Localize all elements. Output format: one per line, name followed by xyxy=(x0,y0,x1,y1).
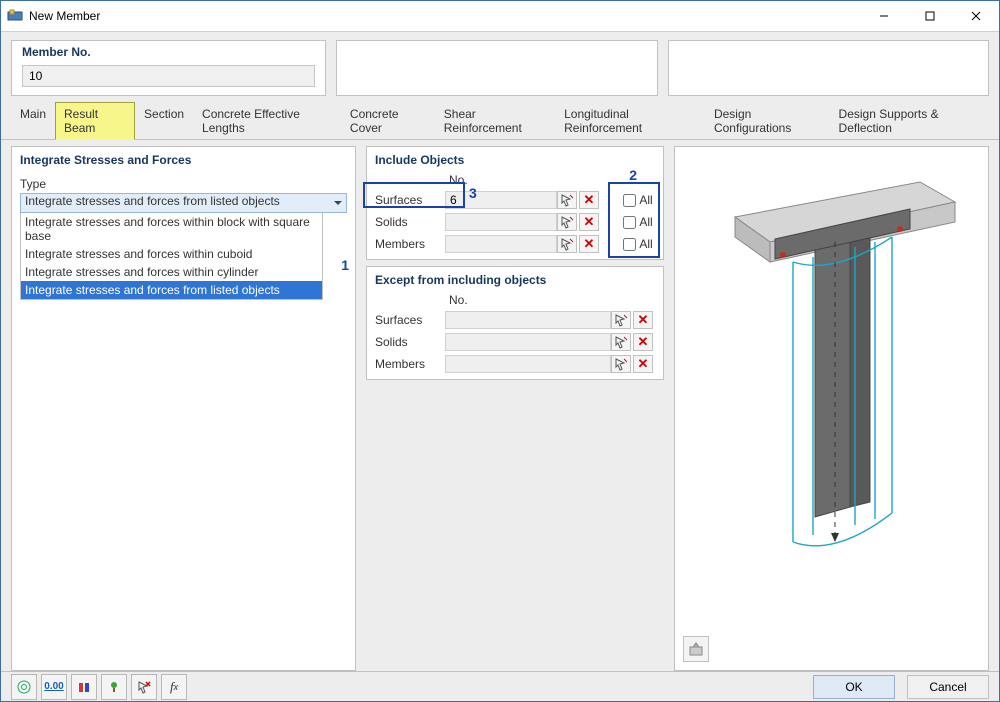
pick-members-button[interactable] xyxy=(557,235,577,253)
member-view-button[interactable] xyxy=(71,674,97,700)
except-members-input[interactable] xyxy=(445,355,611,373)
except-title: Except from including objects xyxy=(375,273,655,287)
except-clear-members-button[interactable]: ✕ xyxy=(633,355,653,373)
type-option-block[interactable]: Integrate stresses and forces within blo… xyxy=(21,213,322,245)
titlebar: New Member xyxy=(1,1,999,31)
tab-design-supports-deflection[interactable]: Design Supports & Deflection xyxy=(830,102,989,140)
except-pick-surfaces-button[interactable] xyxy=(611,311,631,329)
type-select[interactable]: Integrate stresses and forces from liste… xyxy=(20,193,347,213)
include-row-members-label: Members xyxy=(375,237,445,251)
minimize-button[interactable] xyxy=(861,1,907,31)
tab-strip: Main Result Beam Section Concrete Effect… xyxy=(1,102,999,140)
formula-button[interactable]: fx xyxy=(161,674,187,700)
tab-concrete-effective-lengths[interactable]: Concrete Effective Lengths xyxy=(193,102,341,140)
clear-solids-button[interactable]: ✕ xyxy=(579,213,599,231)
maximize-button[interactable] xyxy=(907,1,953,31)
clear-members-button[interactable]: ✕ xyxy=(579,235,599,253)
preview-panel xyxy=(674,146,989,671)
cancel-button[interactable]: Cancel xyxy=(907,675,989,699)
tab-concrete-cover[interactable]: Concrete Cover xyxy=(341,102,435,140)
highlight-box-3 xyxy=(364,183,464,207)
include-title: Include Objects xyxy=(375,153,655,167)
units-button[interactable]: 0.00 xyxy=(41,674,67,700)
integrate-panel: Integrate Stresses and Forces Type Integ… xyxy=(11,146,356,671)
app-icon xyxy=(7,8,23,24)
type-option-cylinder[interactable]: Integrate stresses and forces within cyl… xyxy=(21,263,322,281)
type-label: Type xyxy=(20,177,347,191)
except-row-surfaces-label: Surfaces xyxy=(375,313,445,327)
member-no-box: Member No. xyxy=(11,40,326,96)
delete-pick-button[interactable] xyxy=(131,674,157,700)
integrate-title: Integrate Stresses and Forces xyxy=(20,153,347,167)
type-dropdown[interactable]: Integrate stresses and forces within blo… xyxy=(20,213,323,300)
except-solids-input[interactable] xyxy=(445,333,611,351)
except-clear-surfaces-button[interactable]: ✕ xyxy=(633,311,653,329)
bottom-bar: 0.00 fx OK Cancel xyxy=(1,671,999,701)
member-no-input[interactable] xyxy=(22,65,315,87)
tab-longitudinal-reinforcement[interactable]: Longitudinal Reinforcement xyxy=(555,102,705,140)
except-surfaces-input[interactable] xyxy=(445,311,611,329)
except-pick-solids-button[interactable] xyxy=(611,333,631,351)
include-solids-input[interactable] xyxy=(445,213,557,231)
clear-surfaces-button[interactable]: ✕ xyxy=(579,191,599,209)
pick-solids-button[interactable] xyxy=(557,213,577,231)
except-row-solids-label: Solids xyxy=(375,335,445,349)
header-blank-2 xyxy=(668,40,990,96)
except-col-no: No. xyxy=(445,293,611,307)
tab-section[interactable]: Section xyxy=(135,102,193,140)
preview-options-button[interactable] xyxy=(683,636,709,662)
type-option-cuboid[interactable]: Integrate stresses and forces within cub… xyxy=(21,245,322,263)
help-button[interactable] xyxy=(11,674,37,700)
tab-shear-reinforcement[interactable]: Shear Reinforcement xyxy=(435,102,555,140)
window-title: New Member xyxy=(29,9,861,23)
tab-main[interactable]: Main xyxy=(11,102,55,140)
highlight-box-2 xyxy=(609,183,659,257)
tab-design-configurations[interactable]: Design Configurations xyxy=(705,102,830,140)
pick-surfaces-button[interactable] xyxy=(557,191,577,209)
member-no-label: Member No. xyxy=(22,45,315,59)
ok-button[interactable]: OK xyxy=(813,675,895,699)
tab-result-beam[interactable]: Result Beam xyxy=(55,102,135,140)
except-clear-solids-button[interactable]: ✕ xyxy=(633,333,653,351)
tree-button[interactable] xyxy=(101,674,127,700)
annotation-2: 2 xyxy=(629,167,637,183)
include-members-input[interactable] xyxy=(445,235,557,253)
annotation-3: 3 xyxy=(469,185,477,201)
preview-3d-icon xyxy=(675,147,990,667)
include-row-solids-label: Solids xyxy=(375,215,445,229)
header-region: Member No. xyxy=(1,31,999,102)
except-pick-members-button[interactable] xyxy=(611,355,631,373)
type-option-listed[interactable]: Integrate stresses and forces from liste… xyxy=(21,281,322,299)
except-panel: Except from including objects No. Surfac… xyxy=(366,266,664,380)
close-button[interactable] xyxy=(953,1,999,31)
annotation-1: 1 xyxy=(341,257,349,273)
include-panel: Include Objects 2 3 No. Surfaces ✕ All S… xyxy=(366,146,664,260)
header-blank-1 xyxy=(336,40,658,96)
except-row-members-label: Members xyxy=(375,357,445,371)
